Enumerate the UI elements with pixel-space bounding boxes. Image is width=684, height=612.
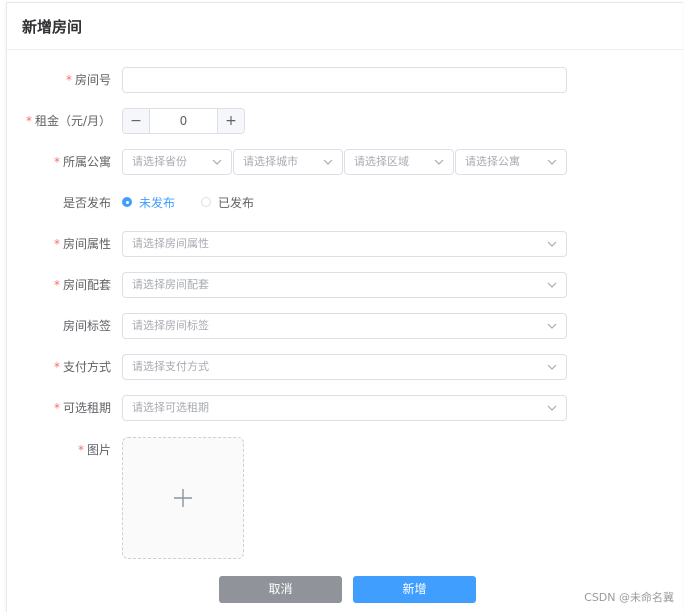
add-room-dialog: 新增房间 * 房间号 * 租金（元/月） − 0 + * 所属公寓 请选择省份 请选择… (6, 2, 683, 612)
facilities-select[interactable]: 请选择房间配套 (122, 272, 567, 298)
form-row-publish: 是否发布 未发布 已发布 (7, 190, 683, 216)
chevron-down-icon (212, 159, 222, 165)
attributes-placeholder: 请选择房间属性 (132, 237, 209, 250)
form-row-attributes: * 房间属性 请选择房间属性 (7, 231, 683, 257)
chevron-down-icon (547, 364, 557, 370)
rent-value[interactable]: 0 (150, 109, 217, 133)
required-mark: * (53, 237, 60, 251)
rent-stepper[interactable]: − 0 + (122, 108, 245, 134)
image-upload-area[interactable] (122, 437, 244, 559)
required-mark: * (77, 443, 84, 457)
form-row-rent: * 租金（元/月） − 0 + (7, 108, 683, 134)
province-placeholder: 请选择省份 (132, 155, 187, 168)
radio-published-label: 已发布 (218, 196, 255, 210)
chevron-down-icon (547, 159, 557, 165)
attributes-label: * 房间属性 (53, 237, 111, 251)
radio-checked-icon (122, 197, 132, 207)
district-select[interactable]: 请选择区域 (344, 149, 454, 175)
publish-label: 是否发布 (62, 196, 111, 210)
facilities-placeholder: 请选择房间配套 (132, 278, 209, 291)
radio-unchecked-icon (201, 197, 211, 207)
form-row-apartment: * 所属公寓 请选择省份 请选择城市 请选择区域 请选择公寓 (7, 149, 683, 175)
room-number-label: * 房间号 (65, 73, 111, 87)
apartment-select[interactable]: 请选择公寓 (455, 149, 567, 175)
chevron-down-icon (547, 323, 557, 329)
required-mark: * (53, 278, 60, 292)
chevron-down-icon (323, 159, 333, 165)
province-select[interactable]: 请选择省份 (122, 149, 232, 175)
chevron-down-icon (547, 241, 557, 247)
room-number-input[interactable] (122, 67, 567, 93)
lease-term-label: * 可选租期 (53, 401, 111, 415)
district-placeholder: 请选择区域 (354, 155, 409, 168)
apartment-placeholder: 请选择公寓 (465, 155, 520, 168)
form-row-tags: 房间标签 请选择房间标签 (7, 313, 683, 339)
dialog-header: 新增房间 (7, 3, 683, 50)
lease-term-placeholder: 请选择可选租期 (132, 401, 209, 414)
city-select[interactable]: 请选择城市 (233, 149, 343, 175)
chevron-down-icon (547, 282, 557, 288)
images-label: * 图片 (77, 443, 111, 457)
apartment-label: * 所属公寓 (53, 155, 111, 169)
plus-icon (174, 489, 192, 507)
required-mark: * (65, 73, 72, 87)
lease-term-select[interactable]: 请选择可选租期 (122, 395, 567, 421)
payment-label: * 支付方式 (53, 360, 111, 374)
attributes-select[interactable]: 请选择房间属性 (122, 231, 567, 257)
facilities-label: * 房间配套 (53, 278, 111, 292)
payment-placeholder: 请选择支付方式 (132, 360, 209, 373)
required-mark: * (53, 360, 60, 374)
tags-select[interactable]: 请选择房间标签 (122, 313, 567, 339)
watermark: CSDN @未命名冀 (584, 591, 674, 604)
form-row-images: * 图片 (7, 437, 683, 463)
radio-unpublished-label: 未发布 (139, 196, 176, 210)
chevron-down-icon (434, 159, 444, 165)
required-mark: * (25, 114, 32, 128)
required-mark: * (53, 155, 60, 169)
submit-button[interactable]: 新增 (353, 576, 476, 603)
payment-select[interactable]: 请选择支付方式 (122, 354, 567, 380)
rent-decrease-button[interactable]: − (123, 109, 150, 133)
rent-label: * 租金（元/月） (25, 114, 111, 128)
required-mark: * (53, 401, 60, 415)
form-row-facilities: * 房间配套 请选择房间配套 (7, 272, 683, 298)
cancel-button[interactable]: 取消 (219, 576, 342, 603)
form-row-payment: * 支付方式 请选择支付方式 (7, 354, 683, 380)
tags-placeholder: 请选择房间标签 (132, 319, 209, 332)
rent-increase-button[interactable]: + (217, 109, 244, 133)
tags-label: 房间标签 (62, 319, 111, 333)
city-placeholder: 请选择城市 (243, 155, 298, 168)
form-row-lease-term: * 可选租期 请选择可选租期 (7, 395, 683, 421)
dialog-title: 新增房间 (22, 18, 83, 36)
form-row-room-number: * 房间号 (7, 67, 683, 93)
chevron-down-icon (547, 405, 557, 411)
